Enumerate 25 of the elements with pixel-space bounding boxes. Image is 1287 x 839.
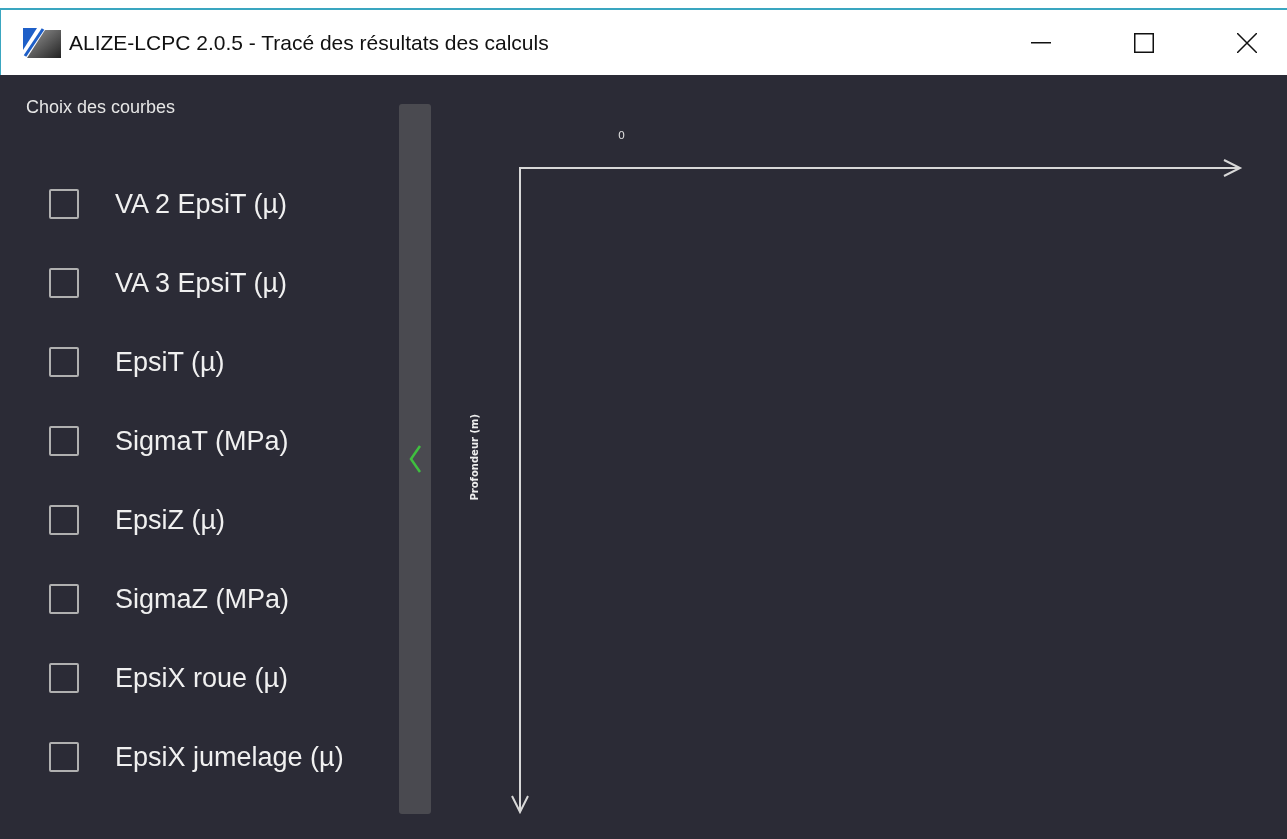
curve-label[interactable]: EpsiX roue (µ) (115, 662, 289, 694)
checkbox[interactable] (49, 189, 79, 219)
checkbox[interactable] (49, 742, 79, 772)
checkbox[interactable] (49, 584, 79, 614)
curve-label[interactable]: VA 2 EpsiT (µ) (115, 188, 288, 220)
chevron-left-icon[interactable] (409, 445, 421, 473)
panel-title: Choix des courbes (26, 97, 176, 118)
curve-label[interactable]: VA 3 EpsiT (µ) (115, 267, 288, 299)
checkbox[interactable] (49, 663, 79, 693)
checkbox[interactable] (49, 347, 79, 377)
checkbox[interactable] (49, 426, 79, 456)
curve-label[interactable]: SigmaT (MPa) (115, 425, 289, 457)
minimize-icon[interactable] (1031, 41, 1051, 44)
axis-tick-label: 0 (618, 129, 625, 142)
window-title: ALIZE-LCPC 2.0.5 - Tracé des résultats des calculs (69, 30, 549, 55)
curve-label[interactable]: EpsiX jumelage (µ) (115, 741, 344, 773)
axis-title: Profondeur (m) (468, 413, 480, 501)
curve-label[interactable]: EpsiT (µ) (115, 346, 225, 378)
close-icon[interactable] (1237, 32, 1257, 53)
checkbox[interactable] (49, 268, 79, 298)
maximize-icon[interactable] (1134, 32, 1154, 53)
app-logo-icon (23, 27, 61, 58)
curve-label[interactable]: EpsiZ (µ) (115, 504, 226, 536)
checkbox[interactable] (49, 505, 79, 535)
curve-label[interactable]: SigmaZ (MPa) (115, 583, 290, 615)
